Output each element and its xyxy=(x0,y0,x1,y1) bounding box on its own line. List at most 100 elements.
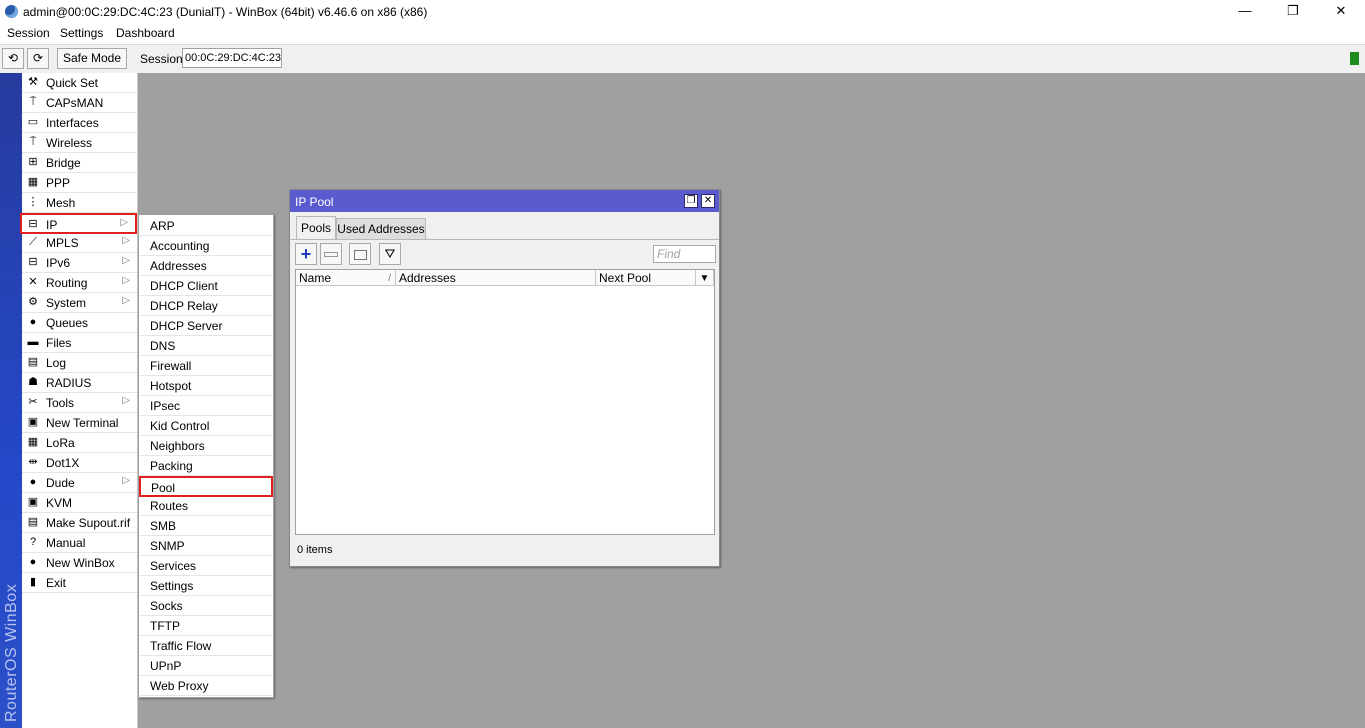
safe-mode-button[interactable]: Safe Mode xyxy=(57,48,127,69)
restore-window-icon[interactable]: ❐ xyxy=(684,194,698,208)
sidebar-item-label: New Terminal xyxy=(46,416,119,430)
sidebar-item-queues[interactable]: ● Queues xyxy=(22,313,137,333)
sidebar-item-ipv6[interactable]: ⊟ IPv6 ▷ xyxy=(22,253,137,273)
undo-icon[interactable]: ⟲ xyxy=(2,48,24,69)
sidebar-item-label: New WinBox xyxy=(46,556,115,570)
filter-icon[interactable]: ⛛ xyxy=(379,243,401,265)
sidebar-item-mesh[interactable]: ⋮ Mesh xyxy=(22,193,137,213)
menu-settings[interactable]: Settings xyxy=(60,26,103,40)
submenu-item-ipsec[interactable]: IPsec xyxy=(140,396,272,416)
submenu-item-smb[interactable]: SMB xyxy=(140,516,272,536)
column-addresses[interactable]: Addresses xyxy=(396,270,596,286)
submenu-item-services[interactable]: Services xyxy=(140,556,272,576)
submenu-item-web-proxy[interactable]: Web Proxy xyxy=(140,676,272,696)
minimize-button[interactable]: — xyxy=(1222,0,1268,24)
submenu-item-accounting[interactable]: Accounting xyxy=(140,236,272,256)
submenu-item-settings[interactable]: Settings xyxy=(140,576,272,596)
dot1x-icon: ⇹ xyxy=(28,456,38,468)
submenu-item-hotspot[interactable]: Hotspot xyxy=(140,376,272,396)
sidebar-item-mpls[interactable]: ⟋ MPLS ▷ xyxy=(22,233,137,253)
sidebar-item-tools[interactable]: ✂ Tools ▷ xyxy=(22,393,137,413)
submenu-item-traffic-flow[interactable]: Traffic Flow xyxy=(140,636,272,656)
redo-icon[interactable]: ⟳ xyxy=(27,48,49,69)
sidebar-item-dude[interactable]: ● Dude ▷ xyxy=(22,473,137,493)
close-window-icon[interactable]: ✕ xyxy=(701,194,715,208)
session-field[interactable]: 00:0C:29:DC:4C:23 xyxy=(182,48,282,68)
menu-dashboard[interactable]: Dashboard xyxy=(116,26,175,40)
add-icon[interactable]: + xyxy=(295,243,317,265)
sidebar-item-new-winbox[interactable]: ● New WinBox xyxy=(22,553,137,573)
sidebar-item-capsman[interactable]: ⍑ CAPsMAN xyxy=(22,93,137,113)
submenu-item-dhcp-server[interactable]: DHCP Server xyxy=(140,316,272,336)
submenu-item-socks[interactable]: Socks xyxy=(140,596,272,616)
submenu-item-upnp[interactable]: UPnP xyxy=(140,656,272,676)
comment-icon[interactable] xyxy=(349,243,371,265)
submenu-item-label: Pool xyxy=(151,481,176,495)
tab-used-addresses[interactable]: Used Addresses xyxy=(336,218,426,240)
connection-status-indicator xyxy=(1350,52,1359,65)
sidebar-item-ppp[interactable]: ▦ PPP xyxy=(22,173,137,193)
sidebar-item-label: IPv6 xyxy=(46,256,71,270)
sidebar-item-quick-set[interactable]: ⚒ Quick Set xyxy=(22,73,137,93)
sidebar-item-label: Log xyxy=(46,356,67,370)
mpls-icon: ⟋ xyxy=(29,236,37,248)
sidebar-item-bridge[interactable]: ⊞ Bridge xyxy=(22,153,137,173)
terminal-icon: ▣ xyxy=(27,416,39,428)
submenu-item-snmp[interactable]: SNMP xyxy=(140,536,272,556)
sidebar-item-exit[interactable]: ▮ Exit xyxy=(22,573,137,593)
mesh-icon: ⋮ xyxy=(27,196,39,208)
sidebar-item-radius[interactable]: ☗ RADIUS xyxy=(22,373,137,393)
sidebar-item-ip[interactable]: ⊟ IP ▷ xyxy=(20,213,137,234)
sidebar-item-lora[interactable]: ▦ LoRa xyxy=(22,433,137,453)
column-name[interactable]: Name / xyxy=(296,270,396,286)
sidebar-item-routing[interactable]: ✕ Routing ▷ xyxy=(22,273,137,293)
menu-session[interactable]: Session xyxy=(7,26,50,40)
sidebar-item-new-terminal[interactable]: ▣ New Terminal xyxy=(22,413,137,433)
submenu-item-neighbors[interactable]: Neighbors xyxy=(140,436,272,456)
sidebar-item-wireless[interactable]: ⍑ Wireless xyxy=(22,133,137,153)
winbox-app-icon xyxy=(5,5,18,18)
submenu-item-pool[interactable]: Pool xyxy=(139,476,273,497)
submenu-item-packing[interactable]: Packing xyxy=(140,456,272,476)
sidebar-item-dot1x[interactable]: ⇹ Dot1X xyxy=(22,453,137,473)
log-icon: ▤ xyxy=(27,356,39,368)
column-name-label: Name xyxy=(299,271,332,285)
ip-pool-titlebar[interactable]: IP Pool ❐ ✕ xyxy=(290,190,719,212)
submenu-item-addresses[interactable]: Addresses xyxy=(140,256,272,276)
close-button[interactable]: ✕ xyxy=(1318,0,1364,24)
find-input[interactable]: Find xyxy=(653,245,716,263)
main-toolbar: ⟲ ⟳ Safe Mode Session: 00:0C:29:DC:4C:23 xyxy=(0,44,1365,74)
submenu-item-label: Accounting xyxy=(150,239,210,253)
submenu-item-dhcp-client[interactable]: DHCP Client xyxy=(140,276,272,296)
sidebar-item-files[interactable]: ▬ Files xyxy=(22,333,137,353)
ip-submenu: ARP Accounting Addresses DHCP Client DHCP Re… xyxy=(138,214,274,698)
submenu-item-dhcp-relay[interactable]: DHCP Relay xyxy=(140,296,272,316)
remove-icon[interactable] xyxy=(320,243,342,265)
sidebar-item-interfaces[interactable]: ▭ Interfaces xyxy=(22,113,137,133)
sidebar-item-label: System xyxy=(46,296,87,310)
sidebar-item-label: Files xyxy=(46,336,72,350)
tab-pools[interactable]: Pools xyxy=(296,216,336,240)
sidebar-item-make-supout-rif[interactable]: ▤ Make Supout.rif xyxy=(22,513,137,533)
manual-icon: ? xyxy=(29,536,37,548)
submenu-item-label: DHCP Client xyxy=(150,279,218,293)
submenu-item-arp[interactable]: ARP xyxy=(140,216,272,236)
restore-button[interactable]: ❐ xyxy=(1270,0,1316,24)
submenu-item-label: Traffic Flow xyxy=(150,639,212,653)
column-chooser-icon[interactable]: ▼ xyxy=(696,270,714,286)
main-nav: ⚒ Quick Set ⍑ CAPsMAN ▭ Interfaces ⍑ Wireless ⊞ B… xyxy=(20,73,138,728)
submenu-item-routes[interactable]: Routes xyxy=(140,496,272,516)
submenu-item-label: ARP xyxy=(150,219,175,233)
submenu-item-tftp[interactable]: TFTP xyxy=(140,616,272,636)
submenu-item-label: IPsec xyxy=(150,399,181,413)
submenu-item-dns[interactable]: DNS xyxy=(140,336,272,356)
sidebar-item-manual[interactable]: ? Manual xyxy=(22,533,137,553)
submenu-item-firewall[interactable]: Firewall xyxy=(140,356,272,376)
ppp-icon: ▦ xyxy=(27,176,39,188)
sidebar-item-kvm[interactable]: ▣ KVM xyxy=(22,493,137,513)
submenu-item-kid-control[interactable]: Kid Control xyxy=(140,416,272,436)
ip-icon: ⊟ xyxy=(28,218,38,230)
sidebar-item-log[interactable]: ▤ Log xyxy=(22,353,137,373)
column-next-pool[interactable]: Next Pool xyxy=(596,270,696,286)
sidebar-item-system[interactable]: ⚙ System ▷ xyxy=(22,293,137,313)
